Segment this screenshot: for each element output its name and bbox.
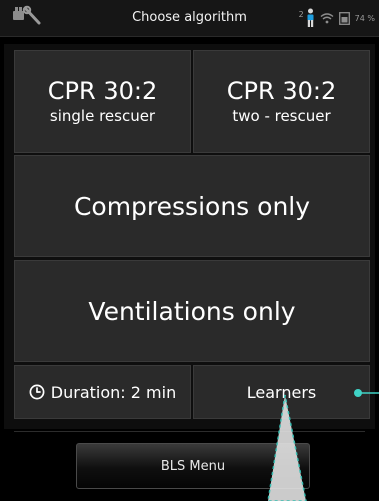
cpr-two-rescuer-button[interactable]: CPR 30:2 two - rescuer [193, 50, 370, 153]
learner-count: 2 [298, 9, 304, 19]
compressions-only-label: Compressions only [73, 191, 311, 221]
cpr-single-title: CPR 30:2 [47, 76, 158, 105]
cpr-single-rescuer-button[interactable]: CPR 30:2 single rescuer [14, 50, 191, 153]
cpr-single-subtitle: single rescuer [49, 106, 156, 125]
duration-label: Duration: 2 min [50, 382, 177, 402]
battery-icon [338, 11, 350, 25]
learners-button[interactable]: Learners [193, 365, 370, 419]
wifi-icon [320, 13, 334, 24]
ventilations-only-label: Ventilations only [88, 296, 296, 326]
person-icon [307, 8, 314, 27]
status-bar: Choose algorithm 2 74 % [0, 0, 379, 37]
ventilations-only-button[interactable]: Ventilations only [14, 260, 370, 362]
bls-menu-label: BLS Menu [160, 458, 226, 474]
status-indicators: 2 74 % [299, 0, 375, 36]
battery-percent: 74 % [354, 13, 375, 23]
cpr-two-subtitle: two - rescuer [232, 106, 331, 125]
learners-label: Learners [246, 382, 317, 402]
divider [14, 431, 365, 432]
duration-button[interactable]: Duration: 2 min [14, 365, 191, 419]
bls-menu-button[interactable]: BLS Menu [76, 443, 310, 489]
compressions-only-button[interactable]: Compressions only [14, 155, 370, 257]
algorithm-panel: CPR 30:2 single rescuer CPR 30:2 two - r… [4, 44, 375, 429]
clock-icon [29, 384, 45, 400]
cpr-two-title: CPR 30:2 [226, 76, 337, 105]
